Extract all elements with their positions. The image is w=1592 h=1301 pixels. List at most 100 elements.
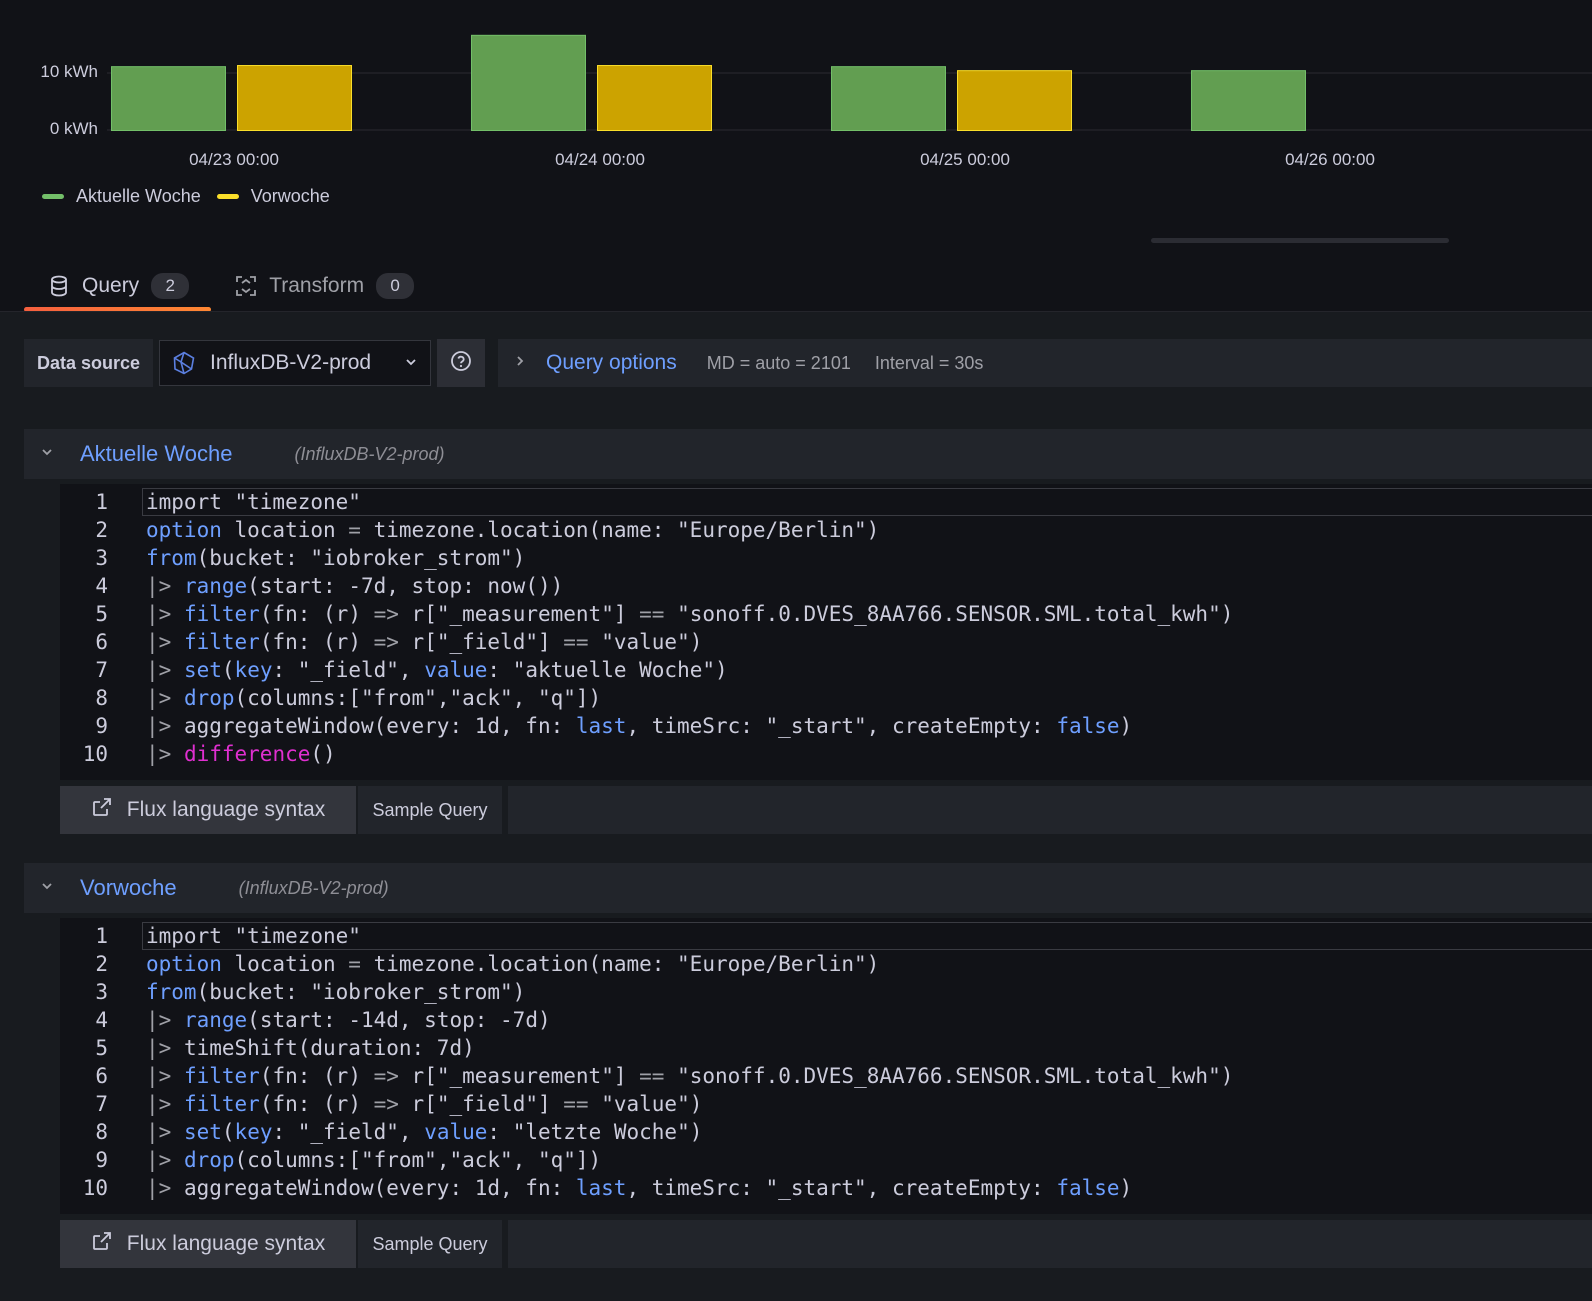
question-circle-icon: [450, 350, 472, 377]
code-line[interactable]: 4 |> range(start: -14d, stop: -7d): [60, 1006, 1592, 1034]
flux-code-editor[interactable]: 1 import "timezone" 2 option location = tim…: [60, 484, 1592, 780]
code-line[interactable]: 8 |> drop(columns:["from","ack", "q"]): [60, 684, 1592, 712]
tab-count-badge: 0: [376, 273, 415, 299]
line-number: 8: [95, 686, 108, 710]
code-text: |> set(key: "_field", value: "letzte Woc…: [146, 1120, 703, 1144]
bar-aktuelle-woche[interactable]: [471, 34, 586, 132]
datasource-row: Data source InfluxDB-V2-prod: [24, 339, 486, 387]
chart-scrollbar[interactable]: [1151, 238, 1449, 243]
line-number: 8: [95, 1120, 108, 1144]
bar-vorwoche[interactable]: [237, 65, 352, 131]
bar-vorwoche[interactable]: [597, 65, 712, 131]
legend-swatch: [216, 194, 239, 199]
line-number: 2: [95, 952, 108, 976]
query-datasource: (InfluxDB-V2-prod): [238, 877, 389, 898]
code-line[interactable]: 3 from(bucket: "iobroker_strom"): [60, 978, 1592, 1006]
sample-query-button[interactable]: Sample Query: [358, 786, 502, 834]
code-line[interactable]: 6 |> filter(fn: (r) => r["_measurement"] …: [60, 1062, 1592, 1090]
line-number: 1: [95, 924, 108, 948]
code-line[interactable]: 4 |> range(start: -7d, stop: now()): [60, 572, 1592, 600]
code-line[interactable]: 1 import "timezone": [60, 922, 1592, 950]
code-line[interactable]: 1 import "timezone": [60, 488, 1592, 516]
code-line[interactable]: 5 |> filter(fn: (r) => r["_measurement"] …: [60, 600, 1592, 628]
code-text: |> set(key: "_field", value: "aktuelle W…: [146, 658, 728, 682]
code-line[interactable]: 7 |> filter(fn: (r) => r["_field"] == "va…: [60, 1090, 1592, 1118]
bar-aktuelle-woche[interactable]: [831, 66, 946, 132]
bar-aktuelle-woche[interactable]: [1191, 70, 1306, 131]
code-line[interactable]: 3 from(bucket: "iobroker_strom"): [60, 544, 1592, 572]
database-icon: [48, 275, 70, 297]
code-line[interactable]: 10 |> difference(): [60, 740, 1592, 768]
line-number: 10: [82, 1176, 108, 1200]
line-number: 4: [95, 1008, 108, 1032]
chevron-right-icon: [514, 354, 526, 373]
query-row-header[interactable]: Vorwoche (InfluxDB-V2-prod): [24, 863, 1592, 913]
query-name[interactable]: Vorwoche: [80, 875, 177, 901]
chevron-down-icon[interactable]: [40, 879, 58, 898]
footer-spacer: [508, 1220, 1592, 1268]
x-tick-label: 04/25 00:00: [920, 150, 1010, 169]
legend-item-vorwoche[interactable]: Vorwoche: [216, 186, 330, 207]
flux-syntax-label: Flux language syntax: [126, 798, 326, 821]
code-line[interactable]: 2 option location = timezone.location(nam…: [60, 950, 1592, 978]
x-tick-label: 04/24 00:00: [555, 150, 645, 169]
query-name[interactable]: Aktuelle Woche: [80, 441, 232, 467]
datasource-label: Data source: [24, 339, 154, 387]
code-line[interactable]: 5 |> timeShift(duration: 7d): [60, 1034, 1592, 1062]
code-text: |> drop(columns:["from","ack", "q"]): [146, 686, 602, 710]
chevron-down-icon: [404, 351, 418, 375]
datasource-help-button[interactable]: [437, 339, 486, 387]
code-text: import "timezone": [146, 924, 361, 948]
query-footer: Flux language syntax Sample Query: [60, 1220, 1592, 1268]
code-text: |> aggregateWindow(every: 1d, fn: last, …: [146, 1176, 1133, 1200]
legend-label: Aktuelle Woche: [76, 186, 201, 206]
tab-query[interactable]: Query 2: [24, 264, 212, 312]
tab-count-badge: 2: [151, 273, 190, 299]
code-line[interactable]: 7 |> set(key: "_field", value: "aktuelle …: [60, 656, 1592, 684]
x-tick-label: 04/23 00:00: [189, 150, 279, 169]
tab-label: Query: [82, 274, 140, 297]
datasource-picker[interactable]: InfluxDB-V2-prod: [159, 340, 432, 386]
code-line[interactable]: 2 option location = timezone.location(nam…: [60, 516, 1592, 544]
code-text: |> filter(fn: (r) => r["_measurement"] =…: [146, 1064, 1234, 1088]
code-line[interactable]: 6 |> filter(fn: (r) => r["_field"] == "va…: [60, 628, 1592, 656]
editor-tabs: Query 2 Transform 0: [24, 264, 436, 312]
code-line[interactable]: 9 |> aggregateWindow(every: 1d, fn: last,…: [60, 712, 1592, 740]
query-options-bar[interactable]: Query options MD = auto = 2101 Interval …: [498, 339, 1592, 387]
code-text: from(bucket: "iobroker_strom"): [146, 546, 526, 570]
query-datasource: (InfluxDB-V2-prod): [294, 443, 445, 464]
code-line[interactable]: 9 |> drop(columns:["from","ack", "q"]): [60, 1146, 1592, 1174]
line-number: 7: [95, 658, 108, 682]
code-line[interactable]: 8 |> set(key: "_field", value: "letzte Wo…: [60, 1118, 1592, 1146]
line-number: 1: [95, 490, 108, 514]
chevron-down-icon[interactable]: [40, 445, 58, 464]
bar-aktuelle-woche[interactable]: [111, 66, 226, 132]
line-number: 7: [95, 1092, 108, 1116]
legend-item-aktuelle-woche[interactable]: Aktuelle Woche: [42, 186, 201, 207]
bar-vorwoche[interactable]: [957, 70, 1072, 131]
code-text: option location = timezone.location(name…: [146, 518, 880, 542]
legend-label: Vorwoche: [250, 186, 330, 206]
line-number: 9: [95, 714, 108, 738]
tab-transform[interactable]: Transform 0: [211, 264, 436, 308]
line-number: 5: [95, 602, 108, 626]
code-text: import "timezone": [146, 490, 361, 514]
code-text: |> filter(fn: (r) => r["_measurement"] =…: [146, 602, 1234, 626]
code-line[interactable]: 10 |> aggregateWindow(every: 1d, fn: last…: [60, 1174, 1592, 1202]
code-text: from(bucket: "iobroker_strom"): [146, 980, 526, 1004]
line-number: 10: [82, 742, 108, 766]
flux-code-editor[interactable]: 1 import "timezone" 2 option location = tim…: [60, 918, 1592, 1214]
code-text: |> range(start: -7d, stop: now()): [146, 574, 564, 598]
query-row-header[interactable]: Aktuelle Woche (InfluxDB-V2-prod): [24, 429, 1592, 479]
sample-query-button[interactable]: Sample Query: [358, 1220, 502, 1268]
line-number: 3: [95, 980, 108, 1004]
transform-icon: [235, 275, 257, 297]
code-text: |> aggregateWindow(every: 1d, fn: last, …: [146, 714, 1133, 738]
external-link-icon: [91, 796, 113, 824]
flux-syntax-link[interactable]: Flux language syntax: [60, 1220, 356, 1268]
flux-syntax-link[interactable]: Flux language syntax: [60, 786, 356, 834]
code-text: |> range(start: -14d, stop: -7d): [146, 1008, 551, 1032]
footer-spacer: [508, 786, 1592, 834]
tab-label: Transform: [269, 274, 365, 297]
legend-swatch: [42, 194, 64, 199]
